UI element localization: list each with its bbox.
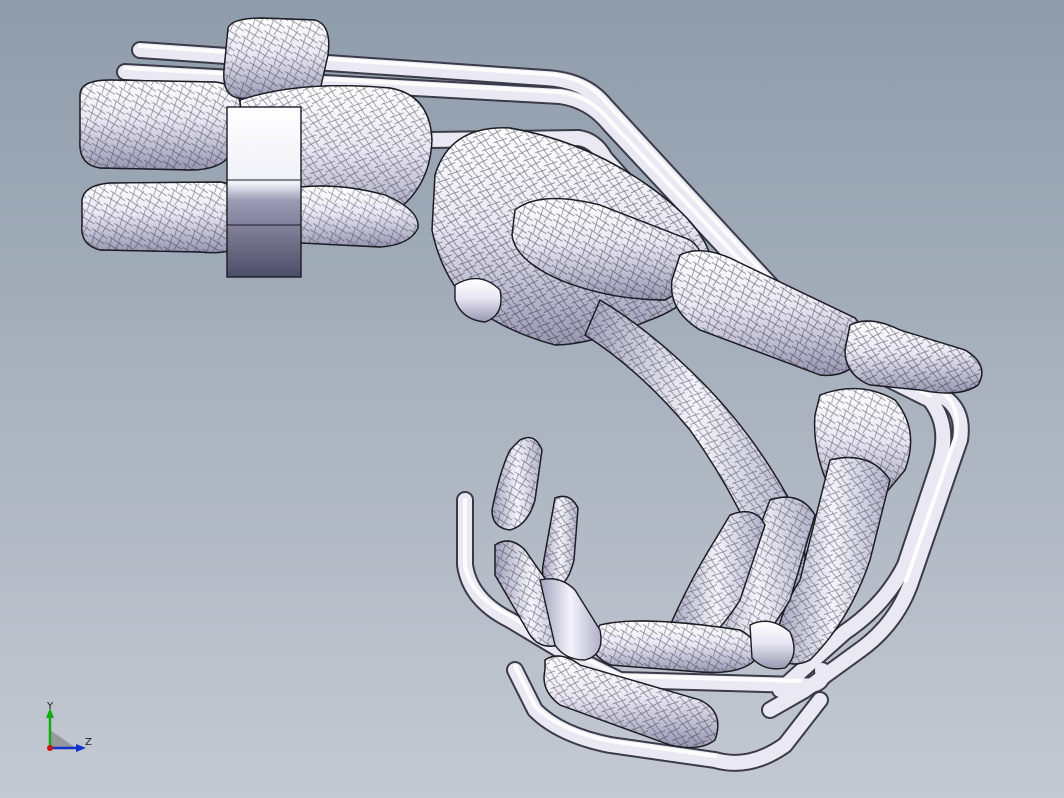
wrist-ring[interactable] xyxy=(226,106,302,278)
3d-viewport[interactable]: Y Z xyxy=(0,0,1064,798)
hand-exoskeleton-model[interactable] xyxy=(0,0,1064,798)
y-axis-label: Y xyxy=(46,701,54,712)
z-axis-label: Z xyxy=(85,737,92,748)
orientation-triad: Y Z xyxy=(46,701,92,752)
